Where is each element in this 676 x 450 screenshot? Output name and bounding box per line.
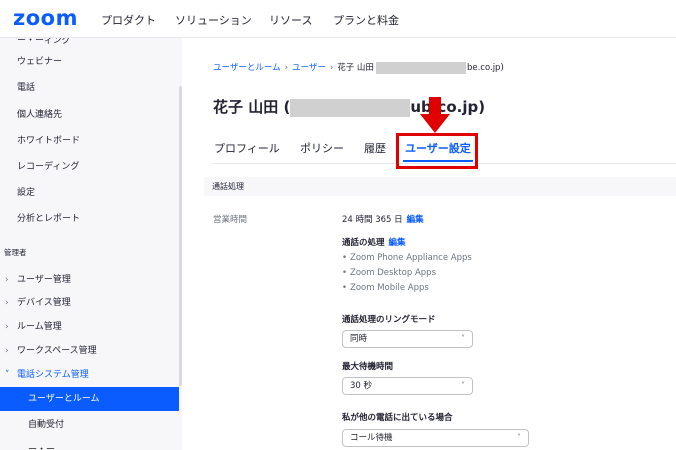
ring-mode-label: 通話処理のリングモード xyxy=(342,315,436,325)
breadcrumb-users-rooms[interactable]: ユーザーとルーム xyxy=(213,63,281,73)
sidebar-item-webinar[interactable]: ウェビナー xyxy=(0,50,179,74)
chevron-right-icon: › xyxy=(5,275,9,285)
chevron-right-icon: › xyxy=(5,346,9,356)
tab-policy[interactable]: ポリシー xyxy=(300,140,344,156)
sidebar-item-user-management[interactable]: › ユーザー管理 xyxy=(0,268,179,292)
business-hours-label: 営業時間 xyxy=(213,215,248,225)
sidebar-item-partial-bottom[interactable]: ー・ー xyxy=(0,438,179,450)
business-hours-value: 24 時間 365 日編集 xyxy=(342,215,424,225)
sidebar-item-recording[interactable]: レコーディング xyxy=(0,155,179,179)
breadcrumb-current-suffix: be.co.jp) xyxy=(466,63,504,73)
sidebar-item-auto-receptionist[interactable]: 自動受付 xyxy=(0,413,179,437)
chevron-right-icon: › xyxy=(5,298,9,308)
arrow-down-icon xyxy=(420,97,450,133)
sidebar-item-phone[interactable]: 電話 xyxy=(0,76,179,100)
sidebar-item-workspace-management[interactable]: › ワークスペース管理 xyxy=(0,339,179,363)
top-navigation: zoom プロダクト ソリューション リソース プランと料金 xyxy=(0,0,676,38)
sidebar-item-contacts[interactable]: 個人連絡先 xyxy=(0,103,179,127)
chevron-right-icon: › xyxy=(284,63,288,73)
sidebar-item-room-management[interactable]: › ルーム管理 xyxy=(0,315,179,339)
main-content: ユーザーとルーム › ユーザー › 花子 山田 be.co.jp) 花子 山田 (ub.c… xyxy=(182,38,676,450)
redacted-email xyxy=(290,98,411,117)
chevron-right-icon: › xyxy=(329,63,334,73)
call-handling-edit-link[interactable]: 編集 xyxy=(389,238,406,248)
sidebar-item-settings[interactable]: 設定 xyxy=(0,181,179,205)
breadcrumb-users[interactable]: ユーザー xyxy=(292,63,326,73)
sidebar-section-admin: 管理者 xyxy=(4,248,27,257)
zoom-logo[interactable]: zoom xyxy=(13,6,78,30)
list-item: Zoom Desktop Apps xyxy=(342,268,436,278)
tab-profile[interactable]: プロフィール xyxy=(214,140,280,156)
nav-resources[interactable]: リソース xyxy=(269,12,312,28)
sidebar: ー・ーィング ウェビナー 電話 個人連絡先 ホワイトボード レコーディング 設定… xyxy=(0,38,182,450)
chevron-down-icon: ˅ xyxy=(517,433,521,442)
section-call-handling: 通話処理 xyxy=(204,177,676,196)
chevron-down-icon: ˅ xyxy=(461,334,465,343)
breadcrumb-current: 花子 山田 xyxy=(337,63,374,73)
sidebar-item-whiteboard[interactable]: ホワイトボード xyxy=(0,129,179,153)
call-handling-title: 通話の処理 編集 xyxy=(342,238,406,248)
sidebar-item-analytics[interactable]: 分析とレポート xyxy=(0,207,179,231)
list-item: Zoom Phone Appliance Apps xyxy=(342,253,472,263)
sidebar-item-phone-system[interactable]: ˅ 電話システム管理 xyxy=(0,363,179,387)
sidebar-item-users-rooms[interactable]: ユーザーとルーム xyxy=(0,387,179,411)
max-wait-select[interactable]: 30 秒 ˅ xyxy=(342,377,473,395)
nav-solutions[interactable]: ソリューション xyxy=(175,12,252,28)
ring-mode-select[interactable]: 同時 ˅ xyxy=(342,330,473,348)
nav-products[interactable]: プロダクト xyxy=(101,12,156,28)
sidebar-item-device-management[interactable]: › デバイス管理 xyxy=(0,291,179,315)
chevron-down-icon: ˅ xyxy=(5,370,10,380)
redacted-email xyxy=(375,61,466,74)
breadcrumb: ユーザーとルーム › ユーザー › 花子 山田 be.co.jp) xyxy=(213,61,504,74)
max-wait-label: 最大待機時間 xyxy=(342,362,394,372)
busy-label: 私が他の電話に出ている場合 xyxy=(342,413,453,423)
chevron-right-icon: › xyxy=(5,322,9,332)
tab-history[interactable]: 履歴 xyxy=(364,140,386,156)
chevron-down-icon: ˅ xyxy=(461,381,465,390)
busy-select[interactable]: コール待機 ˅ xyxy=(342,429,529,447)
business-hours-edit-link[interactable]: 編集 xyxy=(407,215,424,225)
nav-pricing[interactable]: プランと料金 xyxy=(333,12,399,28)
highlight-annotation xyxy=(396,133,478,169)
section-title: 通話処理 xyxy=(212,182,244,191)
list-item: Zoom Mobile Apps xyxy=(342,283,429,293)
